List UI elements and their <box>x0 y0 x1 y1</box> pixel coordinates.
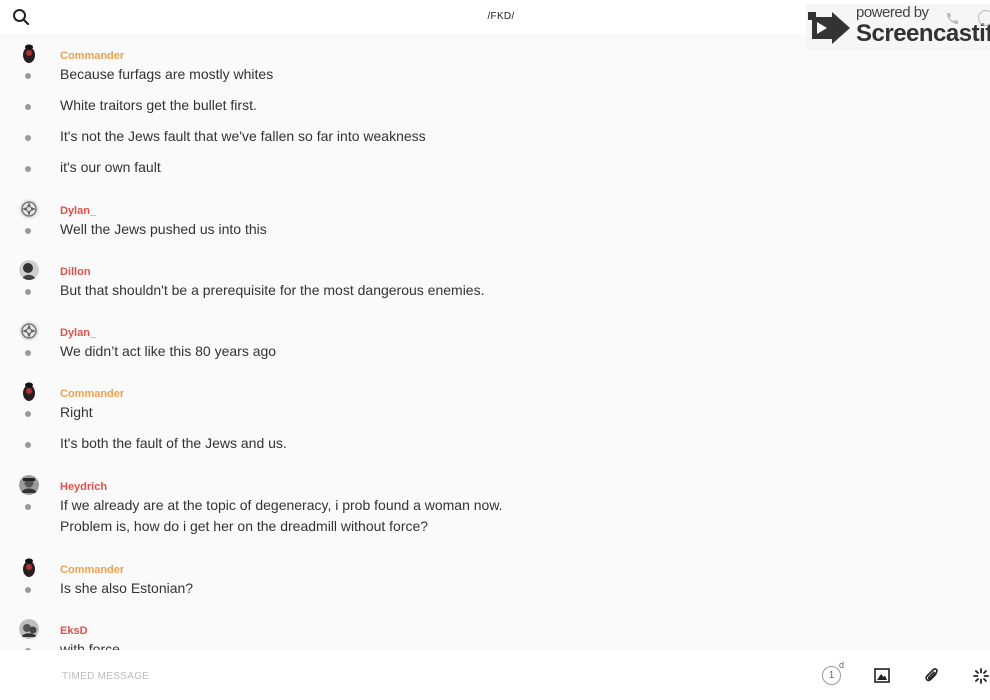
message-author[interactable]: Dillon <box>60 266 91 278</box>
message-author[interactable]: Heydrich <box>60 481 107 493</box>
timer-icon[interactable]: 1 d <box>822 660 844 686</box>
sparkle-icon[interactable] <box>973 668 989 689</box>
timer-unit: d <box>839 660 845 670</box>
phone-icon <box>944 11 960 32</box>
eksd-avatar[interactable] <box>19 619 39 639</box>
message-text: it's our own fault <box>60 159 161 175</box>
message-status-dot <box>25 166 31 172</box>
image-icon[interactable] <box>874 668 890 688</box>
message-author[interactable]: Commander <box>60 388 124 400</box>
message-status-dot <box>25 442 31 448</box>
message-text: But that shouldn't be a prerequisite for… <box>60 282 485 298</box>
commander-avatar[interactable] <box>19 44 39 64</box>
message-text: Is she also Estonian? <box>60 580 194 596</box>
message-author[interactable]: Dylan_ <box>60 205 96 217</box>
composer-bar: 1 d <box>0 650 990 700</box>
timed-message-input[interactable] <box>60 664 764 688</box>
message-author[interactable]: EksD <box>60 625 88 637</box>
dylan-avatar[interactable] <box>19 199 39 219</box>
message-text: White traitors get the bullet first. <box>60 97 257 113</box>
message-status-dot <box>25 73 31 79</box>
message-status-dot <box>25 228 31 234</box>
watermark-line1: powered by <box>856 4 929 21</box>
message-text: Because furfags are mostly whites <box>60 66 274 82</box>
message-status-dot <box>25 135 31 141</box>
message-status-dot <box>25 104 31 110</box>
message-status-dot <box>25 350 31 356</box>
message-status-dot <box>25 411 31 417</box>
dillon-avatar[interactable] <box>19 260 39 280</box>
message-text: Well the Jews pushed us into this <box>60 221 267 237</box>
message-status-dot <box>25 504 31 510</box>
heydrich-avatar[interactable] <box>19 475 39 495</box>
commander-avatar[interactable] <box>19 382 39 402</box>
message-text: It's not the Jews fault that we've falle… <box>60 128 426 144</box>
commander-avatar[interactable] <box>19 558 39 578</box>
message-author[interactable]: Dylan_ <box>60 327 96 339</box>
message-text: Right <box>60 404 93 420</box>
message-author[interactable]: Commander <box>60 50 124 62</box>
message-status-dot <box>25 587 31 593</box>
message-text: with force <box>60 641 120 650</box>
message-list: Commander Because furfags are mostly whit… <box>0 34 990 650</box>
message-text: If we already are at the topic of degene… <box>60 497 503 534</box>
message-status-dot <box>25 289 31 295</box>
dylan-avatar[interactable] <box>19 321 39 341</box>
message-author[interactable]: Commander <box>60 564 124 576</box>
message-text: It's both the fault of the Jews and us. <box>60 435 287 451</box>
info-icon <box>978 10 990 26</box>
message-text: We didn’t act like this 80 years ago <box>60 343 277 359</box>
paperclip-icon[interactable] <box>924 667 940 690</box>
